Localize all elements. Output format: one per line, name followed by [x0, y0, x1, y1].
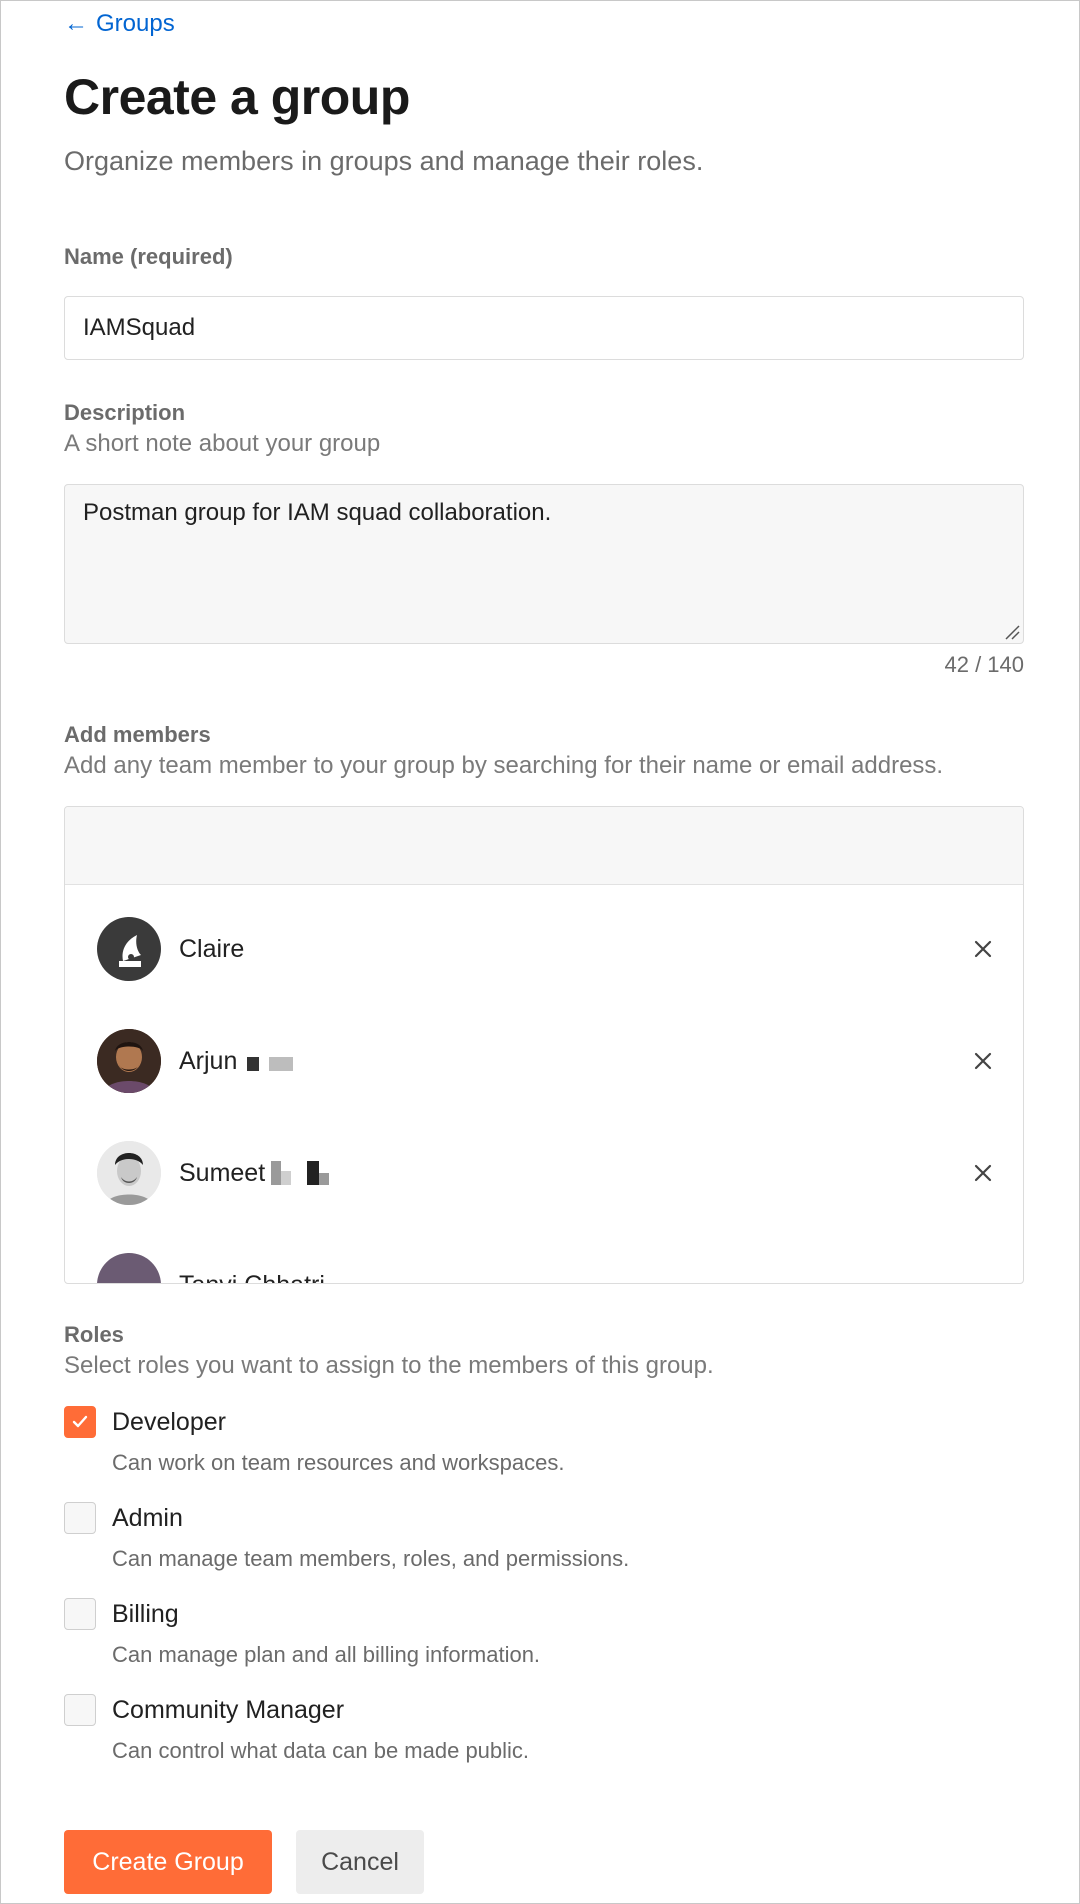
- back-to-groups-link[interactable]: ← Groups: [64, 10, 175, 38]
- remove-member-icon[interactable]: [969, 1159, 997, 1187]
- remove-member-icon[interactable]: [969, 935, 997, 963]
- page-title: Create a group: [64, 69, 410, 125]
- role-community-manager-description: Can control what data can be made public…: [112, 1738, 530, 1763]
- member-row-claire: Claire: [65, 897, 1023, 1009]
- role-admin-description: Can manage team members, roles, and perm…: [112, 1546, 630, 1571]
- member-row-arjun: Arjun: [65, 1009, 1023, 1121]
- page-subtitle: Organize members in groups and manage th…: [64, 146, 704, 176]
- role-admin-name: Admin: [112, 1504, 183, 1532]
- redacted-block: [281, 1171, 291, 1185]
- member-name: Claire: [179, 935, 245, 963]
- role-billing-checkbox[interactable]: [64, 1598, 96, 1630]
- user-photo-avatar: [97, 1253, 161, 1283]
- gramophone-avatar: [97, 917, 161, 981]
- redacted-block: [247, 1057, 259, 1071]
- member-name: Sumeet: [179, 1159, 266, 1187]
- role-admin-checkbox[interactable]: [64, 1502, 96, 1534]
- member-row-tanvi: Tanvi Chhatri: [65, 1233, 1023, 1283]
- add-members-hint: Add any team member to your group by sea…: [64, 752, 944, 779]
- member-name: Arjun: [179, 1047, 238, 1075]
- members-list-box: Claire Arjun Sumeet: [64, 806, 1024, 1284]
- redacted-block: [271, 1161, 281, 1185]
- description-label: Description: [64, 400, 186, 425]
- role-developer-checkbox[interactable]: [64, 1406, 96, 1438]
- description-textarea[interactable]: [64, 484, 1024, 644]
- create-group-button[interactable]: Create Group: [64, 1830, 272, 1894]
- check-icon: [72, 1415, 88, 1428]
- name-input[interactable]: [64, 296, 1024, 360]
- redacted-block: [319, 1173, 329, 1185]
- back-link-label: Groups: [96, 10, 175, 37]
- remove-member-icon[interactable]: [969, 1047, 997, 1075]
- redacted-block: [307, 1161, 319, 1185]
- description-char-count: 42 / 140: [944, 652, 1024, 677]
- member-row-sumeet: Sumeet: [65, 1121, 1023, 1233]
- role-developer-name: Developer: [112, 1408, 226, 1436]
- member-name: Tanvi Chhatri: [179, 1271, 325, 1283]
- resize-grip-icon[interactable]: [1004, 624, 1020, 640]
- user-photo-avatar: [97, 1141, 161, 1205]
- role-billing-description: Can manage plan and all billing informat…: [112, 1642, 541, 1667]
- name-label: Name (required): [64, 244, 233, 269]
- user-photo-avatar: [97, 1029, 161, 1093]
- roles-label: Roles: [64, 1322, 124, 1347]
- add-members-label: Add members: [64, 722, 211, 747]
- role-developer-description: Can work on team resources and workspace…: [112, 1450, 565, 1475]
- role-billing-name: Billing: [112, 1600, 179, 1628]
- roles-hint: Select roles you want to assign to the m…: [64, 1352, 714, 1379]
- cancel-button[interactable]: Cancel: [296, 1830, 424, 1894]
- description-hint: A short note about your group: [64, 430, 381, 457]
- arrow-left-icon: ←: [64, 10, 88, 37]
- role-community-manager-name: Community Manager: [112, 1696, 345, 1724]
- role-community-manager-checkbox[interactable]: [64, 1694, 96, 1726]
- redacted-block: [269, 1057, 293, 1071]
- member-search-input[interactable]: [65, 807, 1023, 885]
